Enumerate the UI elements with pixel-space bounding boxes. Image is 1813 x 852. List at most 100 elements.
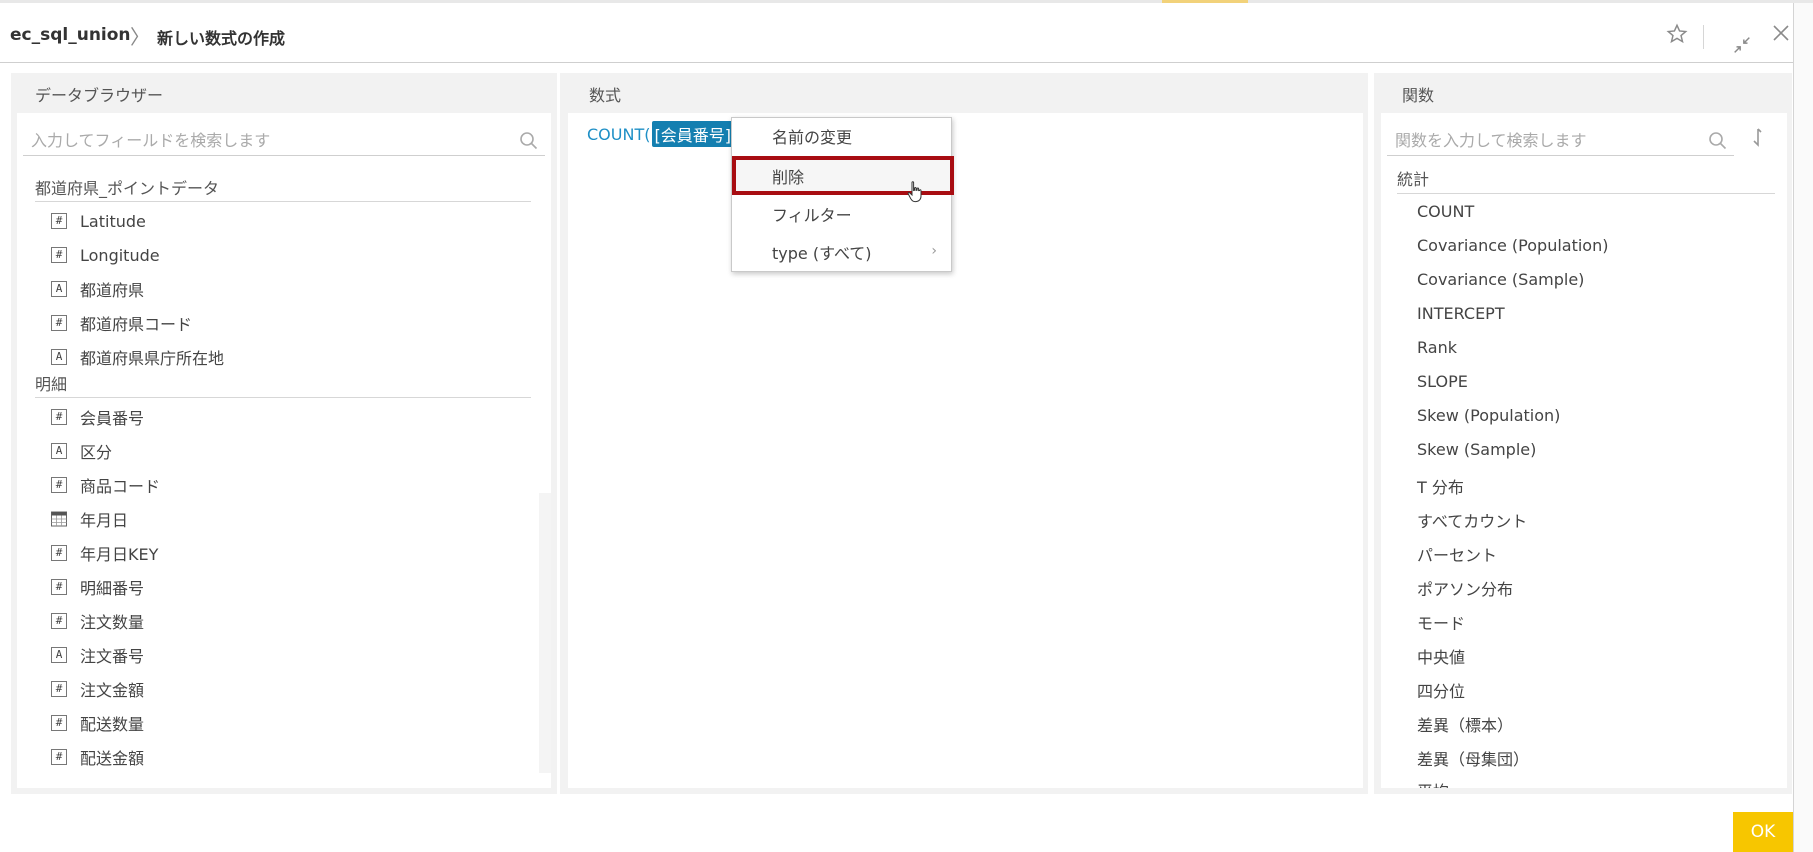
function-item[interactable]: Covariance (Population) — [1417, 236, 1608, 255]
field-label: 注文金額 — [80, 681, 145, 700]
field-label: 年月日 — [80, 511, 129, 530]
number-type-icon: # — [51, 409, 67, 425]
function-item[interactable]: モード — [1417, 610, 1465, 634]
function-item[interactable]: Skew (Population) — [1417, 406, 1560, 425]
field-item[interactable]: A 都道府県 — [51, 274, 144, 304]
field-item[interactable]: # 都道府県コード — [51, 308, 192, 338]
data-browser-panel: データブラウザー 都道府県_ポイントデータ # Latitude # Longitu… — [11, 73, 557, 794]
search-icon[interactable] — [1708, 131, 1728, 151]
function-item[interactable]: パーセント — [1417, 542, 1497, 566]
sort-icon[interactable] — [1747, 127, 1767, 149]
window-edge-rail — [1793, 3, 1813, 852]
field-label: 都道府県 — [80, 281, 145, 300]
functions-panel: 関数 統計 COUNT Covariance (Population) Cova… — [1374, 73, 1792, 794]
field-item[interactable]: # 注文数量 — [51, 606, 144, 636]
field-label: 配送金額 — [80, 749, 145, 768]
close-icon[interactable] — [1766, 18, 1796, 48]
formula-function-text[interactable]: COUNT( — [587, 125, 650, 144]
formula-field-token[interactable]: [会員番号] — [652, 121, 733, 147]
text-type-icon: A — [51, 281, 67, 297]
field-item[interactable]: # 注文金額 — [51, 674, 144, 704]
number-type-icon: # — [51, 715, 67, 731]
field-item[interactable]: A 注文番号 — [51, 640, 144, 670]
group-title-detail[interactable]: 明細 — [35, 371, 531, 398]
field-item[interactable]: # 商品コード — [51, 470, 160, 500]
function-item[interactable]: T 分布 — [1417, 474, 1464, 498]
number-type-icon: # — [51, 477, 67, 493]
field-label: 明細番号 — [80, 579, 145, 598]
field-item[interactable]: 年月日 — [51, 504, 128, 534]
formula-expression[interactable]: COUNT([会員番号] — [587, 121, 733, 147]
function-item[interactable]: すべてカウント — [1417, 508, 1527, 532]
function-search-input[interactable] — [1387, 126, 1734, 154]
chevron-right-icon: › — [931, 243, 937, 259]
formula-editor[interactable]: COUNT([会員番号] — [568, 113, 1363, 788]
number-type-icon: # — [51, 613, 67, 629]
function-search-box — [1387, 126, 1734, 156]
function-item[interactable]: 平均 — [1417, 778, 1449, 788]
text-type-icon: A — [51, 349, 67, 365]
field-item[interactable]: A 都道府県県庁所在地 — [51, 342, 224, 372]
field-item[interactable]: # 明細番号 — [51, 572, 144, 602]
group-title-prefecture[interactable]: 都道府県_ポイントデータ — [35, 175, 531, 202]
hand-cursor-icon — [907, 181, 922, 203]
field-label: 区分 — [80, 443, 113, 462]
function-item[interactable]: 四分位 — [1417, 678, 1465, 702]
function-item[interactable]: 中央値 — [1417, 644, 1465, 668]
number-type-icon: # — [51, 315, 67, 331]
function-item[interactable]: 差異（母集団） — [1417, 746, 1529, 770]
number-type-icon: # — [51, 247, 67, 263]
function-item[interactable]: COUNT — [1417, 202, 1474, 221]
data-browser-body: 都道府県_ポイントデータ #Latitude #Longitude A都道府県 … — [17, 113, 551, 788]
dialog-header: ec_sql_union 〉 新しい数式の作成 — [0, 3, 1793, 63]
field-label: Latitude — [80, 211, 146, 231]
field-item[interactable]: # 配送数量 — [51, 708, 144, 738]
page-title: 新しい数式の作成 — [157, 29, 286, 48]
search-icon[interactable] — [519, 131, 539, 151]
number-type-icon: # — [51, 213, 67, 229]
formula-panel: 数式 COUNT([会員番号] — [560, 73, 1368, 794]
field-item[interactable]: # 配送金額 — [51, 742, 144, 772]
field-label: 年月日KEY — [80, 545, 159, 564]
function-category-statistics[interactable]: 統計 — [1397, 166, 1775, 194]
ok-button[interactable]: OK — [1733, 812, 1793, 852]
star-icon[interactable] — [1662, 19, 1692, 49]
number-type-icon: # — [51, 545, 67, 561]
data-browser-title: データブラウザー — [35, 86, 164, 105]
collapse-icon[interactable] — [1728, 31, 1756, 59]
field-search-box — [23, 126, 545, 156]
function-item[interactable]: Skew (Sample) — [1417, 440, 1536, 459]
menu-item-type-label: type (すべて) — [772, 244, 872, 263]
text-type-icon: A — [51, 647, 67, 663]
field-item[interactable]: # 会員番号 — [51, 402, 144, 432]
function-item[interactable]: Covariance (Sample) — [1417, 270, 1584, 289]
field-item[interactable]: # 年月日KEY — [51, 538, 158, 568]
function-item[interactable]: 差異（標本） — [1417, 712, 1513, 736]
field-label: 会員番号 — [80, 409, 145, 428]
number-type-icon: # — [51, 579, 67, 595]
functions-body: 統計 COUNT Covariance (Population) Covaria… — [1381, 113, 1787, 788]
field-label: 都道府県コード — [80, 315, 193, 334]
menu-item-rename[interactable]: 名前の変更 — [732, 118, 951, 154]
number-type-icon: # — [51, 681, 67, 697]
field-item[interactable]: # Latitude — [51, 206, 146, 236]
function-item[interactable]: SLOPE — [1417, 372, 1468, 391]
function-item[interactable]: INTERCEPT — [1417, 304, 1505, 323]
menu-item-type[interactable]: type (すべて) › — [732, 234, 951, 270]
field-label: 都道府県県庁所在地 — [80, 349, 225, 368]
breadcrumb-separator: 〉 — [130, 25, 150, 49]
field-label: 注文数量 — [80, 613, 145, 632]
header-divider — [1703, 25, 1704, 49]
function-item[interactable]: Rank — [1417, 338, 1457, 357]
field-label: 商品コード — [80, 477, 161, 496]
breadcrumb-root[interactable]: ec_sql_union — [10, 25, 131, 45]
field-item[interactable]: # Longitude — [51, 240, 160, 270]
function-item[interactable]: ポアソン分布 — [1417, 576, 1513, 600]
field-label: 配送数量 — [80, 715, 145, 734]
functions-title: 関数 — [1402, 86, 1435, 105]
field-item[interactable]: A 区分 — [51, 436, 112, 466]
calendar-icon — [51, 511, 67, 527]
text-type-icon: A — [51, 443, 67, 459]
field-search-input[interactable] — [23, 126, 545, 154]
field-list-scrollbar[interactable] — [539, 493, 551, 773]
